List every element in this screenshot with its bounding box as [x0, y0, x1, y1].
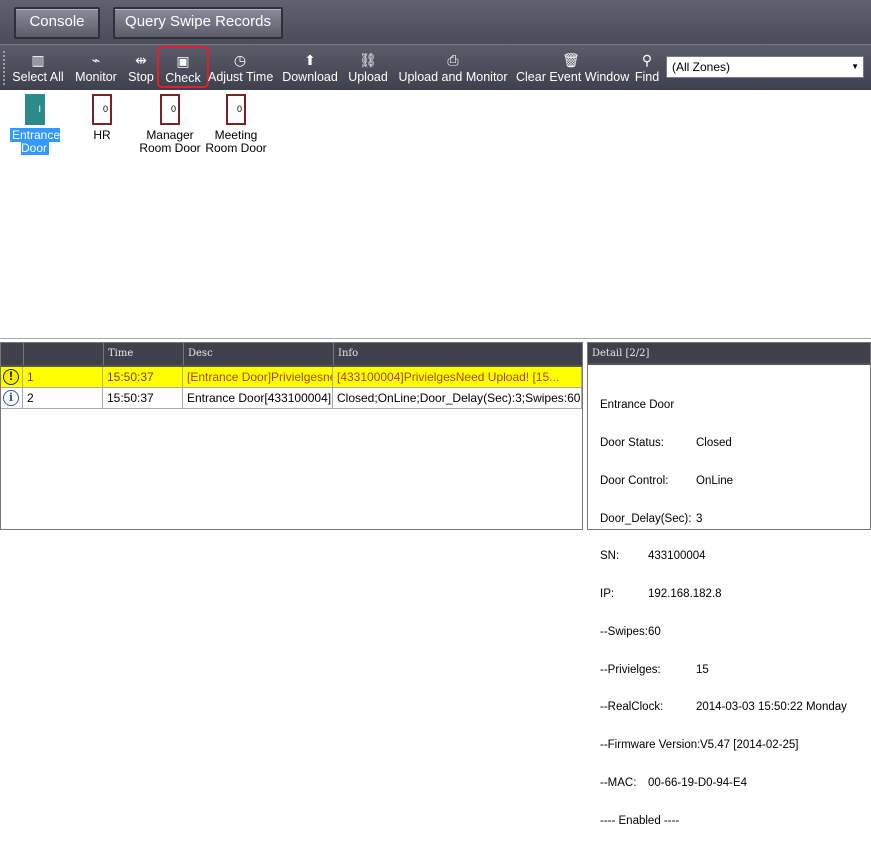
door-icon: I [25, 94, 45, 125]
check-button[interactable]: ▣ Check [157, 46, 209, 88]
stop-button[interactable]: ⇹ Stop [126, 47, 156, 89]
event-info: [433100004]PrivielgesNeed Upload! [15... [333, 367, 582, 388]
upload-button[interactable]: ⛓ Upload [346, 47, 390, 89]
detail-line: IP: 192.168.182.8 [600, 588, 722, 601]
trash-icon: 🗑 [562, 52, 580, 68]
detail-body: Entrance Door Door Status: Closed Door Co… [600, 374, 847, 853]
door-icon: 0 [160, 94, 180, 125]
column-header-icon[interactable] [1, 343, 23, 365]
detail-title: Detail [2/2] [588, 343, 870, 365]
detail-panel: Detail [2/2] Entrance Door Door Status: C… [587, 342, 871, 827]
download-button[interactable]: ⬆ Download [281, 47, 339, 89]
door-meeting-room[interactable]: 0 Meeting Room Door [204, 94, 268, 155]
door-hr[interactable]: 0 HR [82, 94, 122, 142]
upload-monitor-icon: ⎙ [447, 52, 459, 68]
event-desc: Entrance Door[433100004] [183, 388, 333, 409]
search-icon: ⚲ [641, 52, 653, 68]
table-row[interactable]: i 2 15:50:37 Entrance Door[433100004] Cl… [1, 388, 582, 409]
console-button[interactable]: Console [14, 7, 100, 39]
door-icon: 0 [92, 94, 112, 125]
upload-icon: ⛓ [359, 52, 377, 68]
upload-and-monitor-button[interactable]: ⎙ Upload and Monitor [397, 47, 509, 89]
chevron-down-icon[interactable]: ▼ [851, 57, 859, 77]
detail-line: --Swipes: 60 [600, 625, 661, 638]
column-header-num[interactable] [23, 343, 103, 365]
door-label: Manager Room Door [139, 128, 201, 155]
download-icon: ⬆ [304, 52, 316, 68]
detail-line: SN: 433100004 [600, 550, 706, 563]
event-desc: [Entrance Door]Privielgesneed... [183, 367, 333, 388]
detail-line: ---- Enabled ---- [600, 814, 680, 827]
event-time: 15:50:37 [103, 367, 183, 388]
door-panel: I Entrance Door 0 HR 0 Manager Room Door 0… [0, 90, 871, 339]
stop-icon: ⇹ [135, 52, 147, 68]
event-time: 15:50:37 [103, 388, 183, 409]
door-label: Meeting Room Door [205, 128, 267, 155]
adjust-time-button[interactable]: ◷ Adjust Time [208, 47, 273, 89]
detail-line: --Privielges: 15 [600, 663, 709, 676]
detail-line: --Firmware Version: V5.47 [2014-02-25] [600, 739, 799, 752]
door-manager-room[interactable]: 0 Manager Room Door [138, 94, 202, 155]
find-button[interactable]: ⚲ Find [632, 47, 662, 89]
event-table-header: Time Desc Info [1, 343, 582, 367]
detail-line: Door Control: OnLine [600, 474, 734, 487]
zone-select[interactable]: (All Zones) ▼ [666, 56, 864, 78]
check-icon: ▣ [176, 53, 190, 69]
event-table: Time Desc Info ! 1 15:50:37 [Entrance Do… [0, 342, 583, 530]
detail-line: --RealClock: 2014-03-03 15:50:22 Monday [600, 701, 847, 714]
detail-line: Door Status: Closed [600, 436, 732, 449]
monitor-button[interactable]: ⌁ Monitor [72, 47, 120, 89]
column-header-desc[interactable]: Desc [183, 343, 333, 365]
detail-line: --MAC: 00-66-19-D0-94-E4 [600, 777, 748, 789]
event-info: Closed;OnLine;Door_Delay(Sec):3;Swipes:6… [333, 388, 582, 409]
event-num: 1 [23, 367, 103, 388]
select-all-button[interactable]: ▥ Select All [10, 47, 66, 89]
query-swipe-records-button[interactable]: Query Swipe Records [113, 7, 283, 39]
door-icon: 0 [226, 94, 246, 125]
zone-select-value: (All Zones) [672, 60, 731, 74]
clock-icon: ◷ [233, 52, 247, 68]
detail-line: Door_Delay(Sec): 3 [600, 512, 703, 525]
detail-line: Entrance Door [600, 399, 675, 412]
top-bar: Console Query Swipe Records [0, 0, 871, 44]
table-row[interactable]: ! 1 15:50:37 [Entrance Door]Privielgesne… [1, 367, 582, 388]
monitor-icon: ⌁ [91, 52, 101, 68]
door-label: Entrance Door [10, 128, 61, 155]
event-num: 2 [23, 388, 103, 409]
warning-icon: ! [3, 369, 19, 385]
door-label: HR [93, 128, 111, 142]
toolbar-grip[interactable] [3, 51, 8, 85]
select-all-icon: ▥ [31, 52, 45, 68]
column-header-time[interactable]: Time [103, 343, 183, 365]
door-entrance[interactable]: I Entrance Door [10, 94, 61, 155]
clear-event-window-button[interactable]: 🗑 Clear Event Window [516, 47, 629, 89]
info-icon: i [3, 390, 19, 406]
column-header-info[interactable]: Info [333, 343, 582, 365]
